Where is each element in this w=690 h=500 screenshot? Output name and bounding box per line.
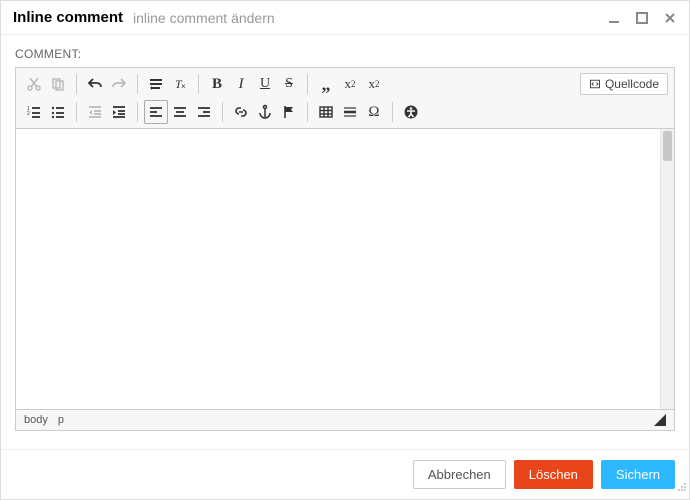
editor-element-path: body p (16, 409, 674, 430)
table-button[interactable] (314, 100, 338, 124)
cancel-button[interactable]: Abbrechen (413, 460, 506, 489)
align-center-button[interactable] (168, 100, 192, 124)
outdent-button (83, 100, 107, 124)
numbered-list-button[interactable]: 12 (22, 100, 46, 124)
svg-text:×: × (181, 82, 186, 91)
anchor-button[interactable] (253, 100, 277, 124)
modal-body: COMMENT: (1, 35, 689, 449)
italic-button[interactable]: I (229, 72, 253, 96)
copy-icon (46, 72, 70, 96)
modal-footer: Abbrechen Löschen Sichern (1, 449, 689, 499)
strike-button[interactable]: S (277, 72, 301, 96)
scrollbar-thumb[interactable] (663, 131, 672, 161)
special-char-button[interactable]: Ω (362, 100, 386, 124)
resize-grip-icon[interactable] (654, 414, 666, 426)
close-button[interactable] (663, 11, 677, 25)
link-button[interactable] (229, 100, 253, 124)
path-p[interactable]: p (58, 414, 64, 426)
editor-toolbar: T× B I U S „ x2 x2 (16, 68, 674, 129)
minimize-button[interactable] (607, 11, 621, 25)
subscript-button[interactable]: x2 (338, 72, 362, 96)
align-right-button[interactable] (192, 100, 216, 124)
editor-content-area[interactable] (16, 129, 674, 409)
modal-title: Inline comment (13, 9, 123, 26)
modal-header: Inline comment inline comment ändern (1, 1, 689, 35)
subscript-2: 2 (351, 79, 356, 89)
svg-text:2: 2 (27, 111, 30, 117)
rich-text-editor: T× B I U S „ x2 x2 (15, 67, 675, 431)
comment-label: COMMENT: (15, 47, 675, 61)
redo-button (107, 72, 131, 96)
delete-button[interactable]: Löschen (514, 460, 593, 489)
path-body[interactable]: body (24, 414, 48, 426)
format-button[interactable] (144, 72, 168, 96)
window-buttons (607, 11, 677, 25)
superscript-button[interactable]: x2 (362, 72, 386, 96)
undo-button[interactable] (83, 72, 107, 96)
cut-icon (22, 72, 46, 96)
horizontal-rule-button[interactable] (338, 100, 362, 124)
flag-button[interactable] (277, 100, 301, 124)
modal-resize-grip-icon[interactable] (677, 479, 687, 497)
source-code-button[interactable]: Quellcode (580, 73, 668, 95)
editor-scrollbar[interactable] (660, 129, 674, 409)
maximize-button[interactable] (635, 11, 649, 25)
remove-format-button[interactable]: T× (168, 72, 192, 96)
modal-subtitle: inline comment ändern (133, 10, 275, 26)
superscript-2: 2 (375, 79, 380, 89)
bold-button[interactable]: B (205, 72, 229, 96)
bullet-list-button[interactable] (46, 100, 70, 124)
comment-modal: Inline comment inline comment ändern COM… (0, 0, 690, 500)
underline-button[interactable]: U (253, 72, 277, 96)
accessibility-button[interactable] (399, 100, 423, 124)
source-code-label: Quellcode (605, 77, 659, 91)
code-icon (589, 78, 601, 90)
blockquote-button[interactable]: „ (314, 72, 338, 96)
save-button[interactable]: Sichern (601, 460, 675, 489)
indent-button[interactable] (107, 100, 131, 124)
align-left-button[interactable] (144, 100, 168, 124)
